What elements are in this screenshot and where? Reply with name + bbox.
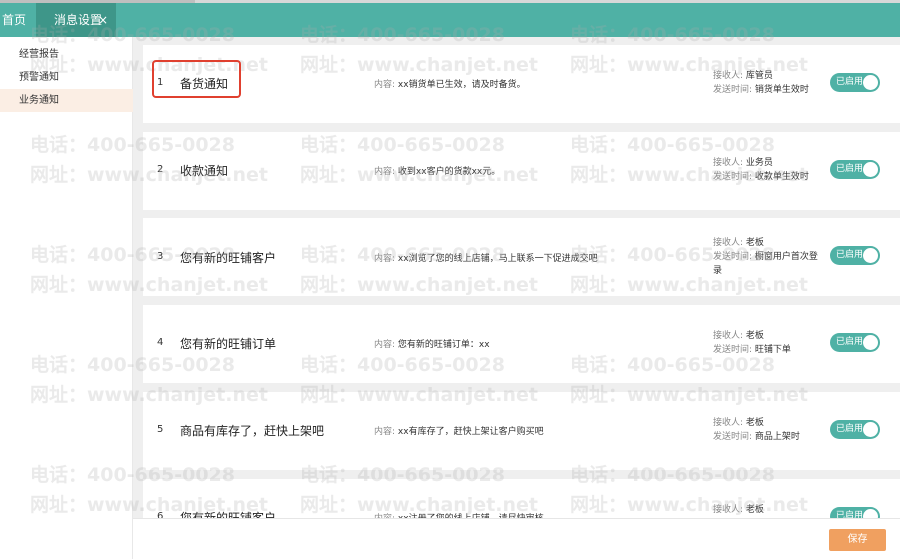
notification-content: 内容: 您有新的旺铺订单：xx [374, 337, 490, 350]
send-time-label: 发送时间: [713, 172, 753, 182]
toggle-knob [863, 75, 878, 90]
tab-label: 消息设置 [54, 13, 103, 27]
toggle-label: 已启用 [836, 250, 864, 260]
notification-card: 5 商品有库存了，赶快上架吧 内容: xx有库存了，赶快上架让客户购买吧 接收人… [143, 392, 900, 470]
notification-list: 1 备货通知 内容: xx销货单已生效，请及时备货。 接收人: 库管员 发送时间… [133, 37, 900, 559]
receiver-value: 老板 [745, 505, 764, 515]
receiver-value: 老板 [745, 331, 764, 341]
receiver-label: 接收人: [713, 238, 744, 248]
toggle-knob [863, 162, 878, 177]
notification-content: 内容: 收到xx客户的货款xx元。 [374, 164, 500, 177]
toggle-knob [863, 422, 878, 437]
content-text: xx销货单已生效，请及时备货。 [397, 80, 526, 90]
send-time-label: 发送时间: [713, 432, 753, 442]
enable-toggle[interactable]: 已启用 [830, 73, 880, 92]
content-label: 内容: [374, 427, 396, 437]
content-text: 您有新的旺铺订单：xx [397, 340, 490, 350]
close-icon[interactable]: × [98, 3, 108, 38]
send-time-value: 收款单生效时 [754, 172, 809, 182]
home-tab[interactable]: 首页 [0, 3, 36, 37]
content-text: xx浏览了您的线上店铺，马上联系一下促进成交吧 [397, 254, 598, 264]
receiver-label: 接收人: [713, 505, 744, 515]
enable-toggle[interactable]: 已启用 [830, 160, 880, 179]
toggle-label: 已启用 [836, 337, 864, 347]
send-time-label: 发送时间: [713, 345, 753, 355]
notification-card: 1 备货通知 内容: xx销货单已生效，请及时备货。 接收人: 库管员 发送时间… [143, 45, 900, 123]
notification-content: 内容: xx销货单已生效，请及时备货。 [374, 77, 526, 90]
receiver-info: 接收人: 老板 发送时间: 橱窗用户首次登录 [713, 236, 825, 278]
notification-card: 2 收款通知 内容: 收到xx客户的货款xx元。 接收人: 业务员 发送时间: … [143, 132, 900, 210]
receiver-info: 接收人: 老板 [713, 503, 825, 517]
content-label: 内容: [374, 254, 396, 264]
receiver-info: 接收人: 老板 发送时间: 旺铺下单 [713, 329, 825, 357]
toggle-knob [863, 335, 878, 350]
bottom-action-bar: 保存 [133, 518, 900, 559]
row-number: 4 [157, 337, 164, 348]
toggle-label: 已启用 [836, 164, 864, 174]
send-time-value: 旺铺下单 [754, 345, 791, 355]
receiver-value: 库管员 [745, 71, 773, 81]
row-number: 2 [157, 164, 164, 175]
top-nav-bar [0, 0, 900, 37]
receiver-value: 老板 [745, 238, 764, 248]
save-button[interactable]: 保存 [829, 529, 886, 551]
sidebar-item-alert-notice[interactable]: 预警通知 [0, 66, 133, 89]
receiver-info: 接收人: 业务员 发送时间: 收款单生效时 [713, 156, 825, 184]
receiver-label: 接收人: [713, 158, 744, 168]
notification-card: 4 您有新的旺铺订单 内容: 您有新的旺铺订单：xx 接收人: 老板 发送时间:… [143, 305, 900, 383]
enable-toggle[interactable]: 已启用 [830, 333, 880, 352]
receiver-info: 接收人: 库管员 发送时间: 销货单生效时 [713, 69, 825, 97]
enable-toggle[interactable]: 已启用 [830, 246, 880, 265]
notification-card: 3 您有新的旺铺客户 内容: xx浏览了您的线上店铺，马上联系一下促进成交吧 接… [143, 218, 900, 296]
toggle-label: 已启用 [836, 424, 864, 434]
content-label: 内容: [374, 80, 396, 90]
tab-message-settings[interactable]: 消息设置 × [36, 3, 116, 37]
notification-title: 收款通知 [180, 164, 229, 178]
highlight-box [152, 60, 241, 98]
send-time-value: 销货单生效时 [754, 85, 809, 95]
content-label: 内容: [374, 167, 396, 177]
receiver-info: 接收人: 老板 发送时间: 商品上架时 [713, 416, 825, 444]
receiver-label: 接收人: [713, 331, 744, 341]
receiver-value: 老板 [745, 418, 764, 428]
row-number: 5 [157, 424, 164, 435]
send-time-value: 商品上架时 [754, 432, 800, 442]
content-label: 内容: [374, 340, 396, 350]
receiver-label: 接收人: [713, 71, 744, 81]
receiver-label: 接收人: [713, 418, 744, 428]
notification-title: 商品有库存了，赶快上架吧 [180, 424, 325, 438]
sidebar-item-business-notice[interactable]: 业务通知 [0, 89, 133, 112]
enable-toggle[interactable]: 已启用 [830, 420, 880, 439]
notification-content: 内容: xx浏览了您的线上店铺，马上联系一下促进成交吧 [374, 251, 598, 264]
row-number: 3 [157, 251, 164, 262]
sidebar: 经营报告 预警通知 业务通知 [0, 37, 133, 559]
toggle-label: 已启用 [836, 77, 864, 87]
send-time-label: 发送时间: [713, 252, 753, 262]
notification-title: 您有新的旺铺客户 [180, 251, 277, 265]
receiver-value: 业务员 [745, 158, 773, 168]
notification-content: 内容: xx有库存了，赶快上架让客户购买吧 [374, 424, 544, 437]
content-text: 收到xx客户的货款xx元。 [397, 167, 501, 177]
toggle-knob [863, 248, 878, 263]
sidebar-item-business-report[interactable]: 经营报告 [0, 43, 133, 66]
notification-title: 您有新的旺铺订单 [180, 337, 277, 351]
content-text: xx有库存了，赶快上架让客户购买吧 [397, 427, 544, 437]
send-time-label: 发送时间: [713, 85, 753, 95]
